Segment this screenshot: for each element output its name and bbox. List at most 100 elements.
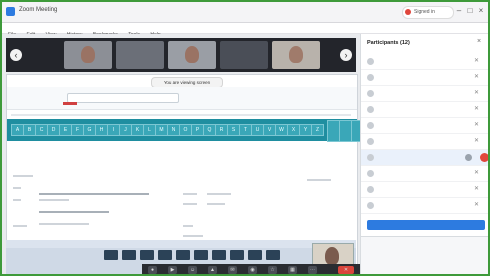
mic-muted-icon[interactable]: ✕: [473, 58, 480, 65]
minimize-button[interactable]: –: [454, 6, 464, 16]
chat-section: [361, 236, 488, 274]
detail-heading-line: [39, 193, 149, 195]
shared-search-input: [67, 93, 179, 103]
avatar: [367, 138, 374, 145]
title-bar: Zoom Meeting Signed in – □ ×: [2, 2, 488, 23]
avatar: [367, 202, 374, 209]
mic-muted-icon[interactable]: ✕: [473, 138, 480, 145]
mic-icon[interactable]: ●: [148, 266, 157, 274]
video-tile[interactable]: [116, 41, 164, 69]
mic-muted-icon[interactable]: ✕: [473, 202, 480, 209]
video-strip: ‹ ›: [6, 38, 356, 72]
share-icon[interactable]: ▲: [208, 266, 217, 274]
participant-face: [81, 46, 95, 63]
detail-label-line: [183, 203, 197, 205]
alphabet-letter-z[interactable]: Z: [311, 124, 324, 136]
taskbar-thumb[interactable]: [212, 250, 226, 260]
prev-videos-button[interactable]: ‹: [10, 49, 22, 61]
participants-panel: Participants (12) × ✕ ✕ ✕ ✕ ✕ ✕ ✕ ✕ ✕: [360, 34, 488, 274]
detail-line: [39, 211, 109, 213]
taskbar-thumb[interactable]: [176, 250, 190, 260]
participants-icon[interactable]: ☺: [188, 266, 197, 274]
participant-row[interactable]: ✕: [361, 54, 488, 70]
app-icon: [6, 7, 15, 16]
taskbar-thumb[interactable]: [104, 250, 118, 260]
taskbar-thumb[interactable]: [158, 250, 172, 260]
reactions-icon[interactable]: ☆: [268, 266, 277, 274]
participant-row[interactable]: ✕: [361, 118, 488, 134]
detail-right-line: [307, 179, 331, 181]
participant-badge: [465, 154, 472, 161]
apps-icon[interactable]: ▦: [288, 266, 297, 274]
close-panel-button[interactable]: ×: [477, 38, 481, 45]
taskbar-thumb[interactable]: [122, 250, 136, 260]
menu-bar: File Edit View History Bookmarks Tools H…: [2, 23, 488, 38]
participant-row[interactable]: ✕: [361, 102, 488, 118]
video-tile[interactable]: [272, 41, 320, 69]
shared-divider: [11, 114, 351, 116]
detail-value-line: [207, 193, 231, 195]
participant-row[interactable]: ✕: [361, 86, 488, 102]
taskbar-thumb[interactable]: [248, 250, 262, 260]
taskbar-thumb[interactable]: [140, 250, 154, 260]
meeting-toolbar: ● ▶ ☺ ▲ ✉ ◉ ☆ ▦ ⋯ ✕: [142, 264, 360, 274]
panel-action-bar[interactable]: [367, 220, 485, 230]
participant-row[interactable]: ✕: [361, 166, 488, 182]
user-name: Signed in: [414, 9, 435, 15]
detail-value-line: [207, 203, 225, 205]
participant-face: [185, 46, 199, 63]
avatar: [367, 122, 374, 129]
avatar: [367, 58, 374, 65]
taskbar-strip: [6, 240, 356, 248]
next-videos-button[interactable]: ›: [340, 49, 352, 61]
avatar: [367, 170, 374, 177]
more-icon[interactable]: ⋯: [308, 266, 317, 274]
mic-muted-icon[interactable]: ✕: [473, 90, 480, 97]
video-icon[interactable]: ▶: [168, 266, 177, 274]
speaking-icon: [480, 153, 488, 162]
alphabet-bar: ABCDEFGHIJKLMNOPQRSTUVWXYZ: [7, 119, 376, 142]
chat-icon[interactable]: ✉: [228, 266, 237, 274]
mic-muted-icon[interactable]: ✕: [473, 74, 480, 81]
maximize-button[interactable]: □: [465, 6, 475, 16]
taskbar-thumb[interactable]: [266, 250, 280, 260]
participant-row[interactable]: ✕: [361, 198, 488, 214]
detail-label-line: [183, 235, 203, 237]
participant-row-selected[interactable]: [361, 150, 488, 166]
presenter-face: [325, 247, 339, 265]
avatar: [367, 106, 374, 113]
participant-row[interactable]: ✕: [361, 70, 488, 86]
participant-row[interactable]: ✕: [361, 182, 488, 198]
detail-line: [39, 223, 89, 225]
detail-side-line: [13, 225, 27, 227]
detail-side-line: [13, 175, 33, 177]
meeting-stage: ‹ › You are viewing screen A B C D E F G…: [2, 34, 376, 274]
avatar: [367, 74, 374, 81]
avatar: [367, 154, 374, 161]
detail-side-line: [13, 187, 21, 189]
detail-line: [39, 199, 69, 201]
avatar: [367, 90, 374, 97]
video-tile[interactable]: [64, 41, 112, 69]
video-tile[interactable]: [220, 41, 268, 69]
taskbar-thumb[interactable]: [194, 250, 208, 260]
participant-face: [289, 46, 303, 63]
participant-row[interactable]: ✕: [361, 134, 488, 150]
user-status-icon: [405, 9, 411, 15]
shared-page-header: [7, 87, 357, 110]
panel-title: Participants (12): [367, 40, 410, 46]
close-button[interactable]: ×: [476, 6, 486, 16]
video-tile[interactable]: [168, 41, 216, 69]
leave-icon[interactable]: ✕: [338, 266, 354, 274]
detail-side-line: [13, 199, 21, 201]
shared-screen: You are viewing screen ABCDEFGHIJKLMNOPQ…: [6, 74, 376, 271]
mic-muted-icon[interactable]: ✕: [473, 186, 480, 193]
avatar: [367, 186, 374, 193]
detail-label-line: [183, 193, 197, 195]
mic-muted-icon[interactable]: ✕: [473, 170, 480, 177]
mic-muted-icon[interactable]: ✕: [473, 106, 480, 113]
record-icon[interactable]: ◉: [248, 266, 257, 274]
mic-muted-icon[interactable]: ✕: [473, 122, 480, 129]
taskbar-thumb[interactable]: [230, 250, 244, 260]
detail-label-line: [183, 225, 193, 227]
